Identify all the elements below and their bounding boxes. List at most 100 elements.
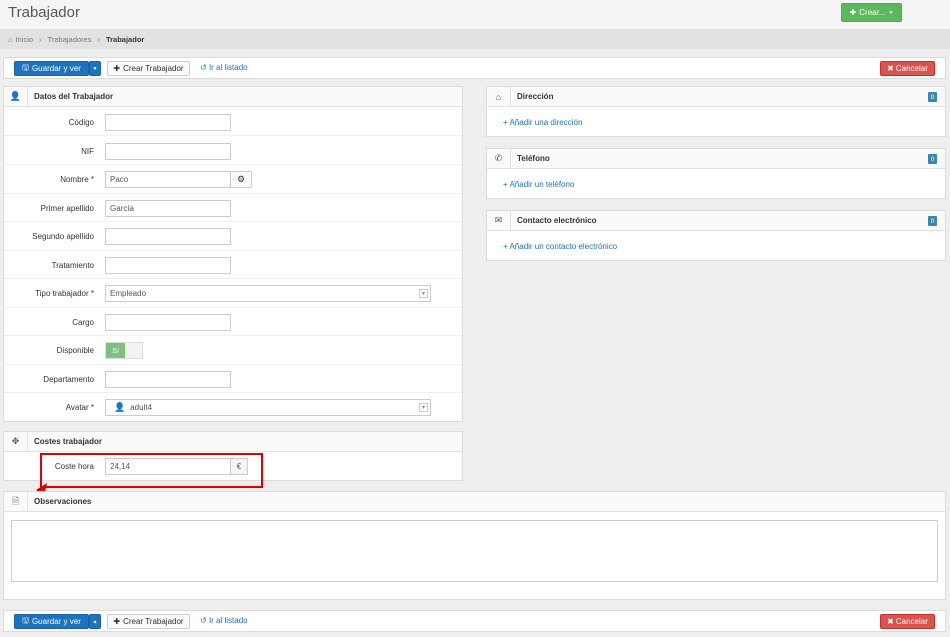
add-contact-link[interactable]: + Añadir un contacto electrónico	[503, 242, 617, 251]
breadcrumb-list[interactable]: Trabajadores	[48, 35, 92, 44]
nombre-label: Nombre *	[60, 175, 94, 184]
worker-data-title: Datos del Trabajador	[34, 92, 114, 101]
nombre-options-button[interactable]: ⚙	[230, 171, 252, 188]
create-worker-label: Crear Trabajador	[123, 64, 184, 73]
departamento-label: Departamento	[43, 375, 94, 384]
caret-up-icon: ▲	[92, 618, 98, 625]
address-header: ⌂ Dirección 0	[487, 86, 945, 107]
cancel-button[interactable]: ✖ Cancelar	[880, 61, 935, 76]
go-to-list-link[interactable]: ↺ Ir al listado	[200, 63, 248, 72]
chevron-right-icon: ›	[39, 34, 42, 44]
primer-apellido-label: Primer apellido	[40, 204, 94, 213]
form-row-departamento: Departamento	[4, 365, 462, 393]
chevron-down-icon: ▾	[419, 289, 428, 298]
add-address-link[interactable]: + Añadir una dirección	[503, 118, 582, 127]
codigo-input[interactable]	[105, 114, 231, 131]
tipo-label: Tipo trabajador *	[35, 289, 94, 298]
address-count-badge: 0	[928, 92, 937, 102]
tratamiento-label: Tratamiento	[51, 261, 94, 270]
nif-input[interactable]	[105, 143, 231, 160]
bottom-action-bar: 🖫 Guardar y ver ▲ ✚ Crear Trabajador ↺ I…	[3, 610, 946, 632]
tratamiento-input[interactable]	[105, 257, 231, 274]
form-row-avatar: Avatar * 👤 adult4 ▾	[4, 393, 462, 421]
gear-icon: ⚙	[236, 174, 246, 184]
cargo-input[interactable]	[105, 314, 231, 331]
phone-header: ✆ Teléfono 0	[487, 148, 945, 169]
create-dropdown-button[interactable]: ✚ Crear... ▼	[841, 3, 902, 22]
codigo-label: Código	[68, 118, 94, 127]
save-icon: 🖫	[22, 615, 29, 625]
home-icon: ⌂	[8, 34, 13, 44]
tipo-select[interactable]: Empleado ▾	[105, 285, 431, 302]
segundo-apellido-label: Segundo apellido	[32, 232, 94, 241]
close-icon: ✖	[887, 617, 894, 626]
caret-down-icon: ▼	[92, 65, 98, 72]
form-row-primer-apellido: Primer apellido García	[4, 194, 462, 222]
create-worker-button[interactable]: ✚ Crear Trabajador	[107, 61, 190, 76]
document-icon: 🗎	[4, 491, 28, 512]
tipo-selected-value: Empleado	[110, 289, 147, 298]
worker-data-header: 👤 Datos del Trabajador	[4, 86, 462, 107]
top-action-bar: 🖫 Guardar y ver ▼ ✚ Crear Trabajador ↺ I…	[3, 57, 946, 79]
close-icon: ✖	[887, 64, 894, 73]
plus-icon: ✚	[113, 617, 121, 626]
save-and-view-button-bottom[interactable]: 🖫 Guardar y ver	[14, 614, 89, 629]
form-row-disponible: Disponible Sí	[4, 336, 462, 365]
go-to-list-label: Ir al listado	[208, 63, 248, 72]
notes-textarea[interactable]	[11, 520, 938, 582]
caret-down-icon: ▼	[888, 9, 894, 16]
create-dropdown-label: Crear...	[859, 8, 886, 17]
save-and-view-label: Guardar y ver	[31, 617, 81, 626]
crosshair-icon: ✥	[4, 431, 28, 452]
disponible-label: Disponible	[56, 346, 94, 355]
user-icon: 👤	[4, 86, 28, 107]
go-to-list-link-bottom[interactable]: ↺ Ir al listado	[200, 616, 248, 625]
go-to-list-label: Ir al listado	[208, 616, 248, 625]
notes-header: 🗎 Observaciones	[4, 491, 945, 512]
top-bar	[0, 0, 950, 29]
plus-icon: ✚	[849, 8, 857, 17]
disponible-toggle-on: Sí	[106, 343, 125, 358]
form-row-cargo: Cargo	[4, 308, 462, 336]
address-panel: ⌂ Dirección 0 + Añadir una dirección	[486, 86, 946, 137]
save-and-view-label: Guardar y ver	[31, 64, 81, 73]
chevron-right-icon: ›	[97, 34, 100, 44]
disponible-toggle[interactable]: Sí	[105, 342, 143, 359]
page-title: Trabajador	[8, 4, 80, 21]
avatar-select[interactable]: 👤 adult4 ▾	[105, 399, 431, 416]
save-options-toggle-bottom[interactable]: ▲	[89, 614, 101, 629]
chevron-down-icon: ▾	[419, 403, 428, 412]
form-row-tratamiento: Tratamiento	[4, 251, 462, 279]
nif-label: NIF	[81, 147, 94, 156]
cancel-label: Cancelar	[895, 64, 928, 73]
phone-icon: ✆	[487, 148, 511, 169]
save-and-view-button[interactable]: 🖫 Guardar y ver	[14, 61, 89, 76]
contact-title: Contacto electrónico	[517, 216, 597, 225]
address-title: Dirección	[517, 92, 554, 101]
costs-header: ✥ Costes trabajador	[4, 431, 462, 452]
departamento-input[interactable]	[105, 371, 231, 388]
home-icon: ⌂	[487, 86, 511, 107]
worker-data-panel: 👤 Datos del Trabajador Código NIF Nombre…	[3, 86, 463, 422]
avatar-selected-value: adult4	[130, 403, 153, 412]
primer-apellido-input[interactable]: García	[105, 200, 231, 217]
notes-title: Observaciones	[34, 497, 92, 506]
save-options-toggle[interactable]: ▼	[89, 61, 101, 76]
form-row-nif: NIF	[4, 137, 462, 165]
create-worker-button-bottom[interactable]: ✚ Crear Trabajador	[107, 614, 190, 629]
form-row-nombre: Nombre * Paco ⚙	[4, 165, 462, 194]
add-phone-link[interactable]: + Añadir un teléfono	[503, 180, 574, 189]
form-row-segundo-apellido: Segundo apellido	[4, 222, 462, 251]
form-row-codigo: Código	[4, 108, 462, 136]
undo-icon: ↺	[200, 63, 207, 72]
breadcrumb-home[interactable]: Inicio	[16, 35, 34, 44]
phone-panel: ✆ Teléfono 0 + Añadir un teléfono	[486, 148, 946, 199]
plus-icon: ✚	[113, 64, 121, 73]
cancel-label: Cancelar	[895, 617, 928, 626]
segundo-apellido-input[interactable]	[105, 228, 231, 245]
costs-title: Costes trabajador	[34, 437, 103, 446]
create-worker-label: Crear Trabajador	[123, 617, 184, 626]
cancel-button-bottom[interactable]: ✖ Cancelar	[880, 614, 935, 629]
nombre-input[interactable]: Paco	[105, 171, 231, 188]
breadcrumb: ⌂ Inicio › Trabajadores › Trabajador	[0, 29, 950, 49]
